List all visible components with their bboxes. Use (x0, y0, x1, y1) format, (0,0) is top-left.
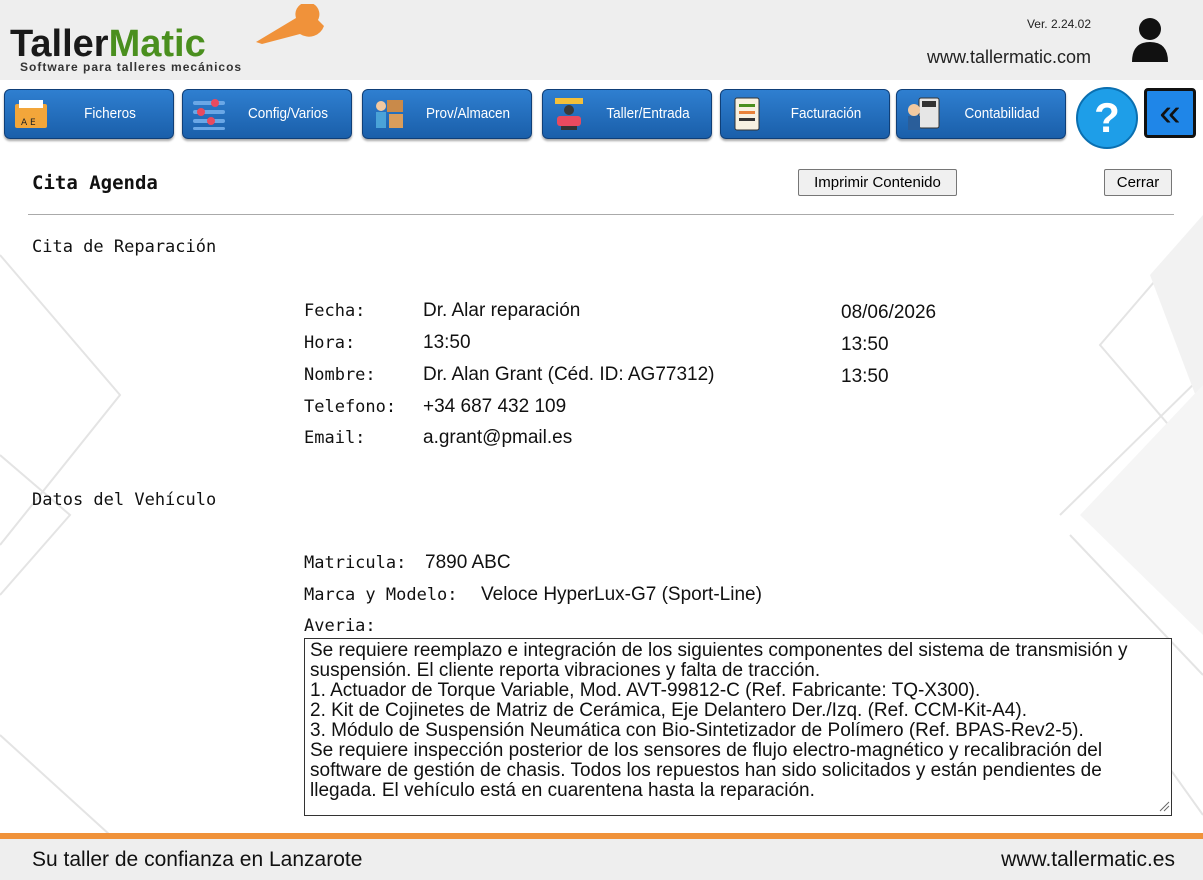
nav-label: Prov/Almacen (425, 105, 511, 122)
header-website: www.tallermatic.com (926, 47, 1091, 67)
car-lift-icon (555, 98, 583, 130)
page-title: Cita Agenda (32, 172, 158, 194)
folder-icon: A E (15, 100, 47, 128)
warehouse-icon (376, 100, 403, 128)
telefono-label: Telefono: (304, 397, 397, 417)
nombre-value: Dr. Alan Grant (Céd. ID: AG77312) (423, 364, 715, 385)
divider (28, 214, 1174, 215)
nav-contabilidad[interactable]: Contabilidad (896, 89, 1066, 139)
email-label: Email: (304, 428, 366, 448)
nav-facturacion[interactable]: Facturación (720, 89, 890, 139)
telefono-value: +34 687 432 109 (423, 396, 567, 417)
nav-label: Config/Varios (247, 105, 329, 122)
app-footer: Su taller de confianza en Lanzarote www.… (0, 839, 1203, 880)
section-title-vehiculo: Datos del Vehículo (32, 490, 217, 510)
nombre-label: Nombre: (304, 365, 376, 385)
tallermatic-logo[interactable]: TallerMatic Software para talleres mecán… (10, 4, 330, 76)
fecha-value: Dr. Alar reparación (423, 300, 581, 321)
logo-subtitle: Software para talleres mecánicos (20, 60, 243, 74)
version-label: Ver. 2.24.02 (1026, 17, 1091, 31)
fecha-date: 08/06/2026 (841, 302, 937, 323)
averia-textarea[interactable] (304, 638, 1172, 816)
invoice-icon (734, 97, 760, 131)
footer-tagline: Su taller de confianza en Lanzarote (32, 848, 363, 871)
nombre-extra: 13:50 (841, 366, 889, 387)
hora-extra: 13:50 (841, 334, 889, 355)
svg-text:A E: A E (21, 118, 36, 128)
nav-label: Ficheros (84, 105, 136, 122)
hora-value: 13:50 (423, 332, 471, 353)
averia-label: Averia: (304, 616, 376, 636)
wrench-icon (256, 4, 324, 44)
footer-website[interactable]: www.tallermatic.es (1001, 848, 1175, 872)
close-button[interactable]: Cerrar (1104, 169, 1172, 196)
hora-label: Hora: (304, 333, 356, 353)
nav-label: Taller/Entrada (606, 105, 690, 122)
main-nav: A E Ficheros Config/Varios Prov/Almacen … (0, 86, 1203, 149)
matricula-value: 7890 ABC (425, 552, 511, 573)
back-button[interactable]: « (1144, 88, 1196, 138)
marca-modelo-value: Veloce HyperLux-G7 (Sport-Line) (481, 584, 762, 605)
user-icon[interactable] (1130, 16, 1170, 62)
sliders-icon (193, 99, 225, 130)
nav-ficheros[interactable]: A E Ficheros (4, 89, 174, 139)
resize-grip-icon[interactable] (1158, 800, 1170, 812)
matricula-label: Matricula: (304, 553, 407, 573)
logo-text-taller: Taller (10, 23, 109, 65)
marca-modelo-label: Marca y Modelo: (304, 585, 458, 605)
nav-config-varios[interactable]: Config/Varios (182, 89, 352, 139)
nav-taller-entrada[interactable]: Taller/Entrada (542, 89, 712, 139)
app-header: TallerMatic Software para talleres mecán… (0, 0, 1203, 80)
nav-label: Facturación (790, 105, 862, 122)
print-button[interactable]: Imprimir Contenido (798, 169, 957, 196)
nav-prov-almacen[interactable]: Prov/Almacen (362, 89, 532, 139)
email-value: a.grant@pmail.es (423, 427, 573, 448)
logo-text-matic: Matic (108, 23, 206, 65)
calculator-icon (908, 97, 940, 130)
help-button[interactable]: ? (1076, 87, 1138, 149)
fecha-label: Fecha: (304, 301, 366, 321)
nav-label: Contabilidad (964, 105, 1040, 122)
section-title-cita: Cita de Reparación (32, 237, 217, 257)
